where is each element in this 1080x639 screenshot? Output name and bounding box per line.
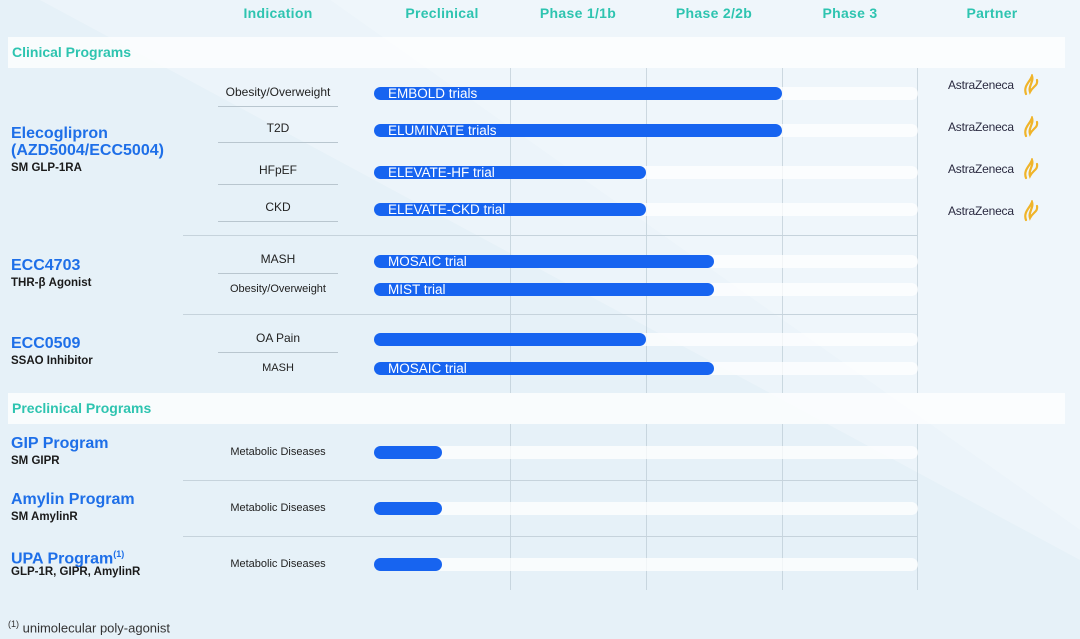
indication-divider xyxy=(218,221,338,222)
trial-label: EMBOLD trials xyxy=(388,86,478,101)
program-name-gip: GIP Program xyxy=(11,435,109,452)
program-name-upa: UPA Program(1) xyxy=(11,546,124,567)
trial-label: ELEVATE-HF trial xyxy=(388,165,495,180)
program-subtitle: SSAO Inhibitor xyxy=(11,355,93,367)
program-name-amylin: Amylin Program xyxy=(11,491,135,508)
indication-divider xyxy=(218,106,338,107)
program-subtitle: GLP-1R, GIPR, AmylinR xyxy=(11,566,141,578)
indication-label: Metabolic Diseases xyxy=(230,558,326,570)
astrazeneca-logo-icon xyxy=(1024,116,1039,138)
program-row-divider xyxy=(183,235,917,236)
program-name-line: Elecoglipron xyxy=(11,125,108,142)
program-name-ecc4703: ECC4703 xyxy=(11,257,81,274)
trial-label: MOSAIC trial xyxy=(388,361,467,376)
progress-bar xyxy=(374,502,442,515)
partner-name: AstraZeneca xyxy=(948,78,1014,92)
indication-label: OA Pain xyxy=(255,331,301,345)
column-header-phase-3: Phase 3 xyxy=(822,5,878,21)
astrazeneca-logo-icon xyxy=(1024,158,1039,180)
program-row-divider xyxy=(183,314,917,315)
partner-name: AstraZeneca xyxy=(948,120,1014,134)
indication-label: Metabolic Diseases xyxy=(230,446,326,458)
astrazeneca-logo-icon xyxy=(1024,74,1039,96)
column-header-indication: Indication xyxy=(243,5,313,21)
indication-divider xyxy=(218,142,338,143)
clinical-section-title: Clinical Programs xyxy=(12,44,132,60)
program-name-elecoglipron: Elecoglipron (AZD5004/ECC5004) xyxy=(11,125,164,159)
footnote: (1) unimolecular poly-agonist xyxy=(8,619,170,635)
partner-divider xyxy=(917,68,918,393)
program-row-divider xyxy=(183,480,917,481)
partner-name: AstraZeneca xyxy=(948,204,1014,218)
footnote-marker: (1) xyxy=(113,549,125,559)
program-subtitle: SM GLP-1RA xyxy=(11,162,82,174)
preclinical-section-band: Preclinical Programs xyxy=(8,393,1065,424)
indication-divider xyxy=(218,273,338,274)
trial-label: MIST trial xyxy=(388,282,446,297)
footnote-text: unimolecular poly-agonist xyxy=(22,620,171,636)
progress-track xyxy=(374,502,918,515)
indication-label: Obesity/Overweight xyxy=(225,85,331,99)
column-header-preclinical: Preclinical xyxy=(405,5,479,21)
indication-label: Metabolic Diseases xyxy=(230,502,326,514)
progress-bar xyxy=(374,446,442,459)
indication-label: Obesity/Overweight xyxy=(230,283,326,295)
astrazeneca-logo-icon xyxy=(1024,200,1039,222)
trial-label: ELEVATE-CKD trial xyxy=(388,202,506,217)
program-subtitle: SM GIPR xyxy=(11,455,60,467)
trial-label: MOSAIC trial xyxy=(388,254,467,269)
trial-label: ELUMINATE trials xyxy=(388,123,497,138)
column-header-phase-1: Phase 1/1b xyxy=(539,5,617,21)
indication-label: MASH xyxy=(262,362,294,374)
footnote-marker: (1) xyxy=(8,619,19,629)
progress-track xyxy=(374,446,918,459)
indication-label: CKD xyxy=(265,200,291,214)
program-name-ecc0509: ECC0509 xyxy=(11,335,81,352)
partner-name: AstraZeneca xyxy=(948,162,1014,176)
progress-bar xyxy=(374,333,646,346)
indication-label: HFpEF xyxy=(258,163,297,177)
program-subtitle: THR-β Agonist xyxy=(11,277,92,289)
column-header-partner: Partner xyxy=(966,5,1018,21)
program-name-text: UPA Program xyxy=(11,550,114,568)
clinical-section-band: Clinical Programs xyxy=(8,37,1065,68)
program-row-divider xyxy=(183,536,917,537)
indication-divider xyxy=(218,352,338,353)
indication-label: MASH xyxy=(260,252,296,266)
progress-bar xyxy=(374,558,442,571)
indication-label: T2D xyxy=(266,121,290,135)
column-header-phase-2: Phase 2/2b xyxy=(675,5,753,21)
progress-track xyxy=(374,558,918,571)
program-subtitle: SM AmylinR xyxy=(11,511,78,523)
indication-divider xyxy=(218,184,338,185)
preclinical-section-title: Preclinical Programs xyxy=(12,400,152,416)
program-name-line: (AZD5004/ECC5004) xyxy=(11,142,164,159)
